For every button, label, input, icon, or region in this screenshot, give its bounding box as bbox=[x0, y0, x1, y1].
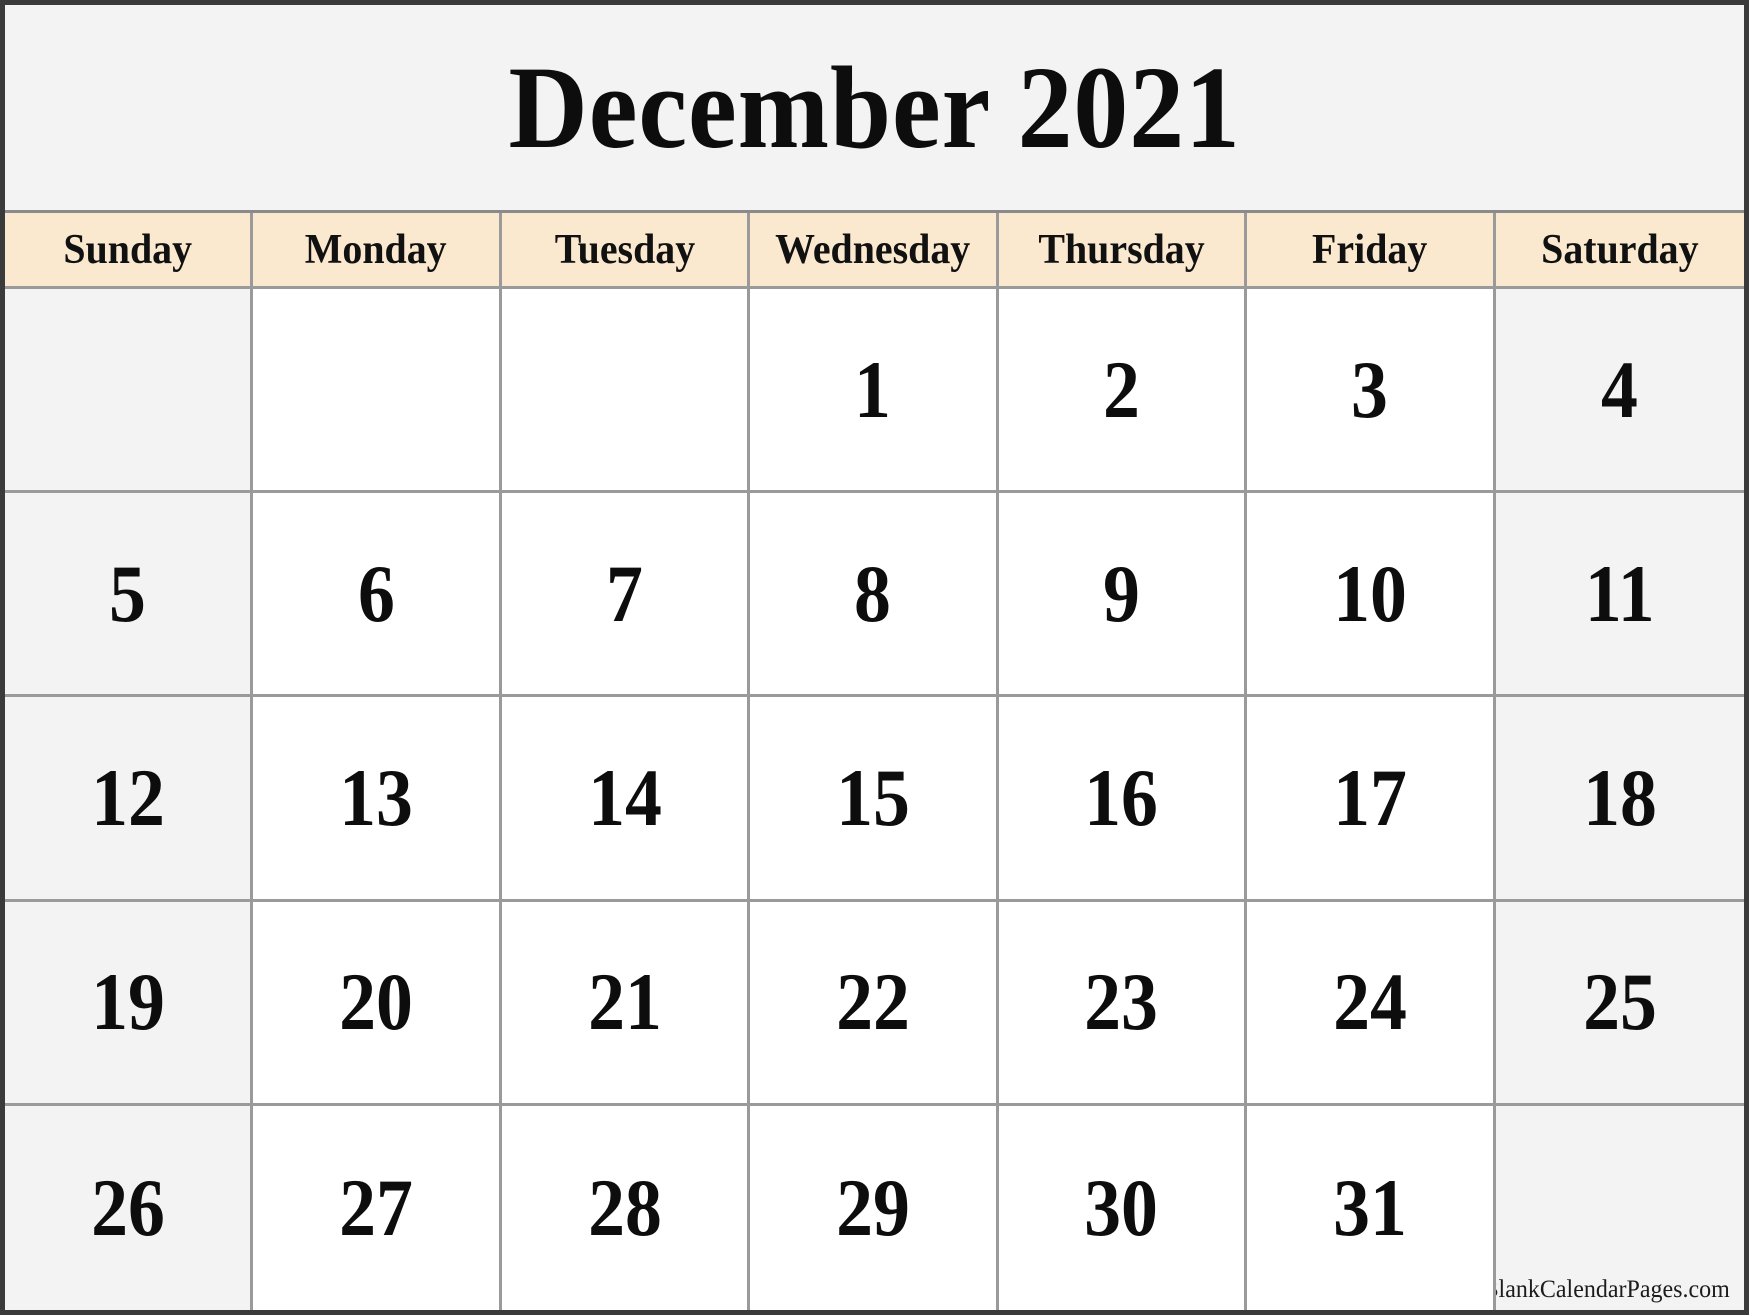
day-number: 15 bbox=[836, 751, 910, 843]
week-row: 5 6 7 8 9 10 11 bbox=[5, 493, 1744, 698]
day-cell[interactable]: 23 bbox=[998, 901, 1248, 1106]
day-number: 8 bbox=[854, 547, 892, 639]
day-number: 21 bbox=[587, 956, 662, 1048]
weekday-label: Saturday bbox=[1541, 226, 1699, 273]
day-cell[interactable]: 16 bbox=[998, 697, 1248, 902]
day-cell[interactable]: 18 bbox=[1495, 697, 1744, 902]
weekday-header-friday: Friday bbox=[1247, 213, 1496, 289]
copyright-credit: © BlankCalendarPages.com bbox=[1495, 1275, 1730, 1303]
day-cell[interactable]: 31 bbox=[1247, 1105, 1496, 1310]
day-cell[interactable]: 20 bbox=[253, 901, 502, 1106]
weekday-header-row: Sunday Monday Tuesday Wednesday Thursday… bbox=[5, 213, 1744, 289]
weekday-header-sunday: Sunday bbox=[5, 213, 254, 289]
weekday-header-wednesday: Wednesday bbox=[750, 213, 999, 289]
weekday-label: Friday bbox=[1312, 226, 1428, 273]
day-number: 12 bbox=[90, 751, 165, 843]
day-cell[interactable]: 26 bbox=[5, 1105, 254, 1310]
day-cell[interactable]: 27 bbox=[253, 1105, 502, 1310]
day-number: 24 bbox=[1332, 956, 1407, 1048]
day-number: 17 bbox=[1332, 751, 1407, 843]
day-number: 18 bbox=[1582, 751, 1657, 843]
day-cell[interactable]: 22 bbox=[750, 901, 999, 1106]
day-cell[interactable] bbox=[253, 289, 502, 494]
day-cell[interactable]: 29 bbox=[750, 1105, 999, 1310]
day-cell[interactable]: 13 bbox=[253, 697, 502, 902]
day-number: 30 bbox=[1084, 1161, 1159, 1253]
day-number: 28 bbox=[587, 1161, 662, 1253]
day-cell[interactable]: 21 bbox=[501, 901, 751, 1106]
day-number: 29 bbox=[836, 1161, 910, 1253]
day-cell[interactable]: 15 bbox=[750, 697, 999, 902]
day-number: 27 bbox=[339, 1161, 414, 1253]
week-row: 1 2 3 4 bbox=[5, 289, 1744, 494]
weekday-header-saturday: Saturday bbox=[1495, 213, 1744, 289]
day-cell[interactable]: 25 bbox=[1495, 901, 1744, 1106]
week-row: 12 13 14 15 16 17 18 bbox=[5, 697, 1744, 902]
weekday-label: Tuesday bbox=[554, 226, 695, 273]
calendar-title-bar: December 2021 bbox=[5, 5, 1744, 213]
day-cell[interactable]: 3 bbox=[1247, 289, 1496, 494]
day-number: 26 bbox=[90, 1161, 165, 1253]
day-cell[interactable]: 12 bbox=[5, 697, 254, 902]
weekday-label: Sunday bbox=[63, 226, 193, 273]
page-title: December 2021 bbox=[508, 41, 1241, 173]
day-number: 13 bbox=[339, 751, 414, 843]
day-cell[interactable] bbox=[5, 289, 254, 494]
day-cell[interactable]: 14 bbox=[501, 697, 751, 902]
calendar-grid: 1 2 3 4 5 6 7 8 9 10 11 12 13 14 15 16 1… bbox=[5, 289, 1744, 1310]
day-number: 6 bbox=[357, 547, 395, 639]
day-number: 31 bbox=[1332, 1161, 1407, 1253]
day-number: 4 bbox=[1601, 343, 1639, 435]
weekday-label: Wednesday bbox=[775, 226, 971, 273]
day-number: 19 bbox=[90, 956, 165, 1048]
day-cell[interactable]: 24 bbox=[1247, 901, 1496, 1106]
week-row: 19 20 21 22 23 24 25 bbox=[5, 901, 1744, 1106]
day-number: 10 bbox=[1332, 547, 1407, 639]
day-number: 16 bbox=[1084, 751, 1159, 843]
day-number: 7 bbox=[606, 547, 644, 639]
day-number: 22 bbox=[836, 956, 910, 1048]
day-cell[interactable]: 30 bbox=[998, 1105, 1248, 1310]
day-cell[interactable]: 9 bbox=[998, 493, 1248, 698]
day-number: 1 bbox=[854, 343, 892, 435]
day-cell[interactable]: © BlankCalendarPages.com bbox=[1495, 1105, 1744, 1310]
day-cell[interactable]: 6 bbox=[253, 493, 502, 698]
week-row: 26 27 28 29 30 31 © BlankCalendarPages.c… bbox=[5, 1105, 1744, 1310]
day-number: 11 bbox=[1584, 547, 1655, 639]
day-number: 2 bbox=[1102, 343, 1140, 435]
weekday-header-monday: Monday bbox=[253, 213, 502, 289]
day-cell[interactable]: 10 bbox=[1247, 493, 1496, 698]
day-number: 20 bbox=[339, 956, 414, 1048]
day-cell[interactable]: 28 bbox=[501, 1105, 751, 1310]
day-number: 9 bbox=[1102, 547, 1140, 639]
weekday-label: Thursday bbox=[1038, 226, 1205, 273]
day-number: 23 bbox=[1084, 956, 1159, 1048]
calendar: December 2021 Sunday Monday Tuesday Wedn… bbox=[0, 0, 1749, 1315]
weekday-header-thursday: Thursday bbox=[998, 213, 1248, 289]
day-cell[interactable]: 4 bbox=[1495, 289, 1744, 494]
day-cell[interactable]: 17 bbox=[1247, 697, 1496, 902]
day-cell[interactable]: 1 bbox=[750, 289, 999, 494]
day-cell[interactable]: 7 bbox=[501, 493, 751, 698]
day-cell[interactable]: 2 bbox=[998, 289, 1248, 494]
day-cell[interactable]: 11 bbox=[1495, 493, 1744, 698]
weekday-label: Monday bbox=[305, 226, 448, 273]
day-number: 5 bbox=[109, 547, 147, 639]
day-cell[interactable]: 5 bbox=[5, 493, 254, 698]
day-number: 14 bbox=[587, 751, 662, 843]
day-cell[interactable] bbox=[501, 289, 751, 494]
day-cell[interactable]: 8 bbox=[750, 493, 999, 698]
weekday-header-tuesday: Tuesday bbox=[501, 213, 751, 289]
day-number: 25 bbox=[1582, 956, 1657, 1048]
day-number: 3 bbox=[1351, 343, 1389, 435]
day-cell[interactable]: 19 bbox=[5, 901, 254, 1106]
